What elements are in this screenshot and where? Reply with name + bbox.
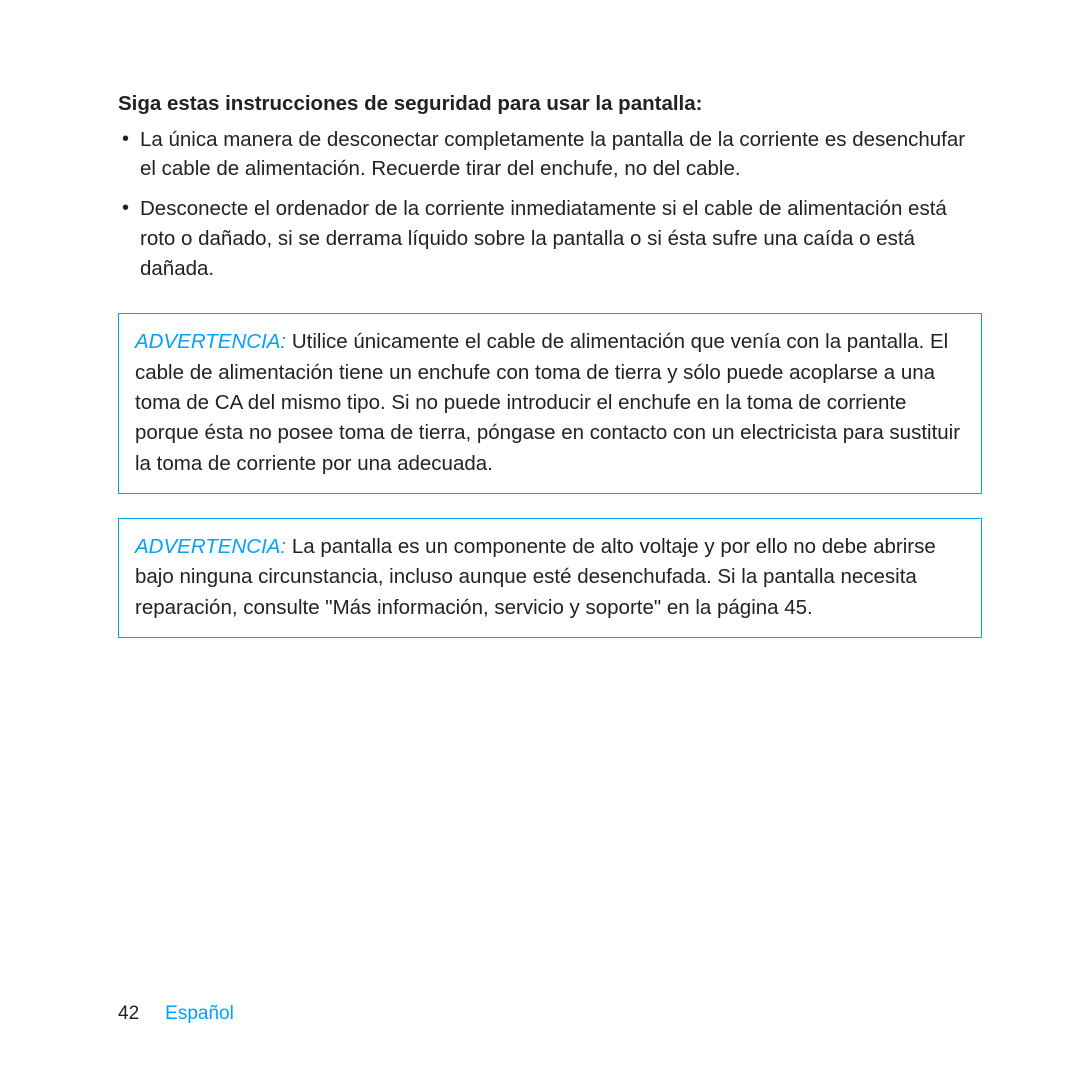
page-number: 42 <box>118 1003 139 1024</box>
section-heading: Siga estas instrucciones de seguridad pa… <box>118 90 982 119</box>
warning-label: ADVERTENCIA: <box>135 535 286 558</box>
warning-box: ADVERTENCIA: Utilice únicamente el cable… <box>118 313 982 494</box>
page-footer: 42 Español <box>118 1003 234 1025</box>
language-label: Español <box>165 1003 234 1024</box>
warning-label: ADVERTENCIA: <box>135 330 286 353</box>
warning-box: ADVERTENCIA: La pantalla es un component… <box>118 518 982 638</box>
bullet-item: La única manera de desconectar completam… <box>118 125 982 184</box>
bullet-item: Desconecte el ordenador de la corriente … <box>118 194 982 283</box>
bullet-list: La única manera de desconectar completam… <box>118 125 982 284</box>
